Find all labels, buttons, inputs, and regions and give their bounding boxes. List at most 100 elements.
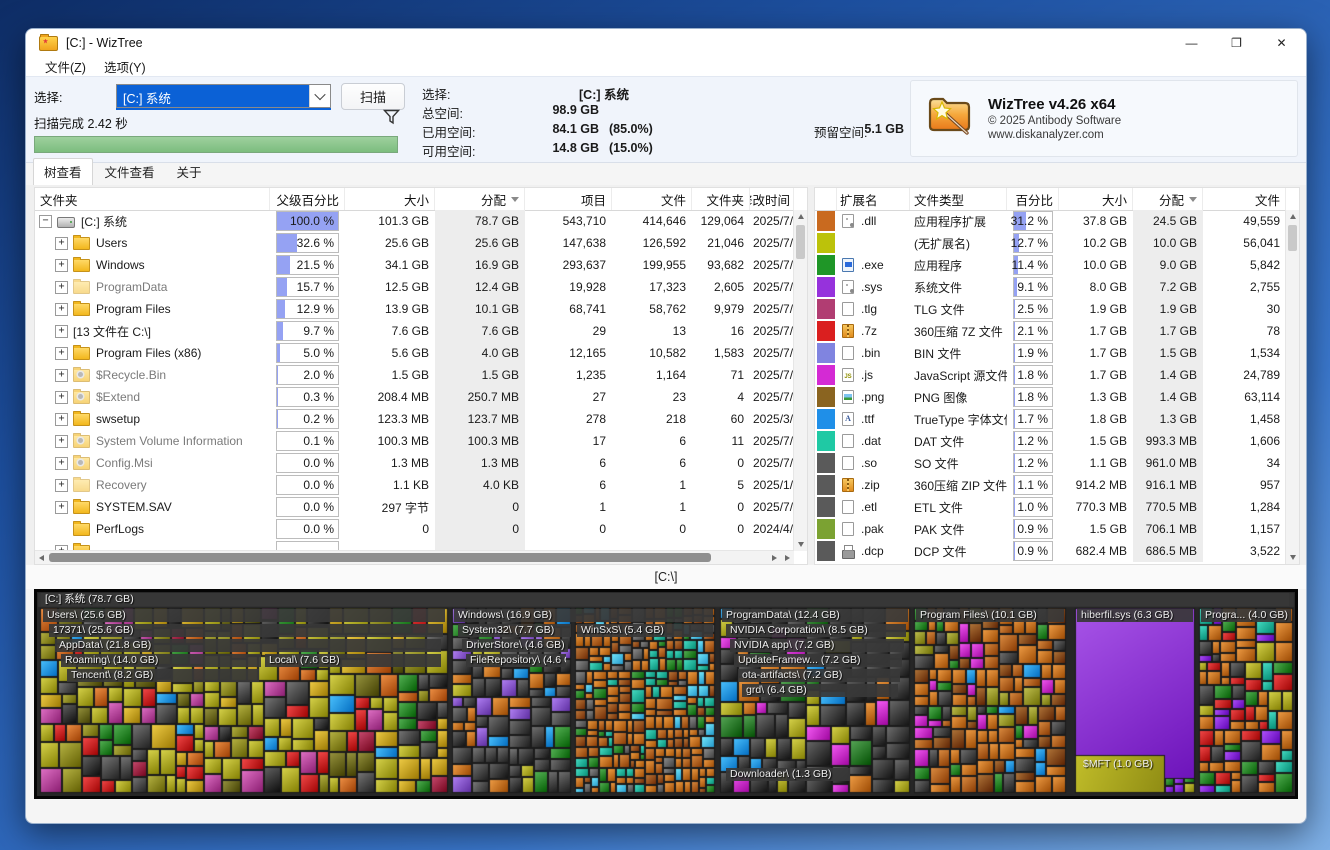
scrollbar-thumb[interactable] (1288, 225, 1297, 251)
column-header[interactable]: 文件类型 (910, 188, 1007, 210)
folder-row[interactable]: Recovery0.0 %1.1 KB4.0 KB6152025/1/ (35, 474, 794, 496)
extension-row[interactable]: .datDAT 文件1.2 %1.5 GB993.3 MB1,606 (815, 430, 1286, 452)
extension-row[interactable]: .soSO 文件1.2 %1.1 GB961.0 MB34 (815, 452, 1286, 474)
tree-expander-icon[interactable] (55, 435, 68, 448)
column-header[interactable]: 大小 (1059, 188, 1133, 210)
percent-bar: 5.0 % (276, 343, 339, 363)
folder-row[interactable]: $Recycle.Bin2.0 %1.5 GB1.5 GB1,2351,1647… (35, 364, 794, 386)
scan-button[interactable]: 扫描 (341, 83, 405, 110)
scroll-up-icon[interactable] (1286, 210, 1299, 223)
percent-bar: 0.2 % (276, 409, 339, 429)
column-header[interactable]: 分配 (435, 188, 525, 210)
extension-panel: 扩展名文件类型百分比大小分配文件 .dll应用程序扩展31.2 %37.8 GB… (814, 187, 1300, 565)
folder-row[interactable]: Users32.6 %25.6 GB25.6 GB147,638126,5922… (35, 232, 794, 254)
treemap[interactable]: [C:] 系统 (78.7 GB)Users\ (25.6 GB)17371\ … (34, 589, 1298, 799)
folder-row[interactable]: [13 文件在 C:\]9.7 %7.6 GB7.6 GB2913162025/… (35, 320, 794, 342)
treemap-labels: [C:] 系统 (78.7 GB)Users\ (25.6 GB)17371\ … (37, 592, 1295, 796)
filter-funnel-icon[interactable] (383, 109, 400, 130)
tree-expander-icon[interactable] (55, 457, 68, 470)
maximize-button[interactable]: ❐ (1214, 29, 1259, 57)
tree-expander-icon[interactable] (55, 479, 68, 492)
extension-table-header: 扩展名文件类型百分比大小分配文件 (815, 188, 1299, 211)
folder-row[interactable]: ProgramData15.7 %12.5 GB12.4 GB19,92817,… (35, 276, 794, 298)
column-header[interactable]: 文件夹 (35, 188, 270, 210)
extension-row[interactable]: .pakPAK 文件0.9 %1.5 GB706.1 MB1,157 (815, 518, 1286, 540)
scroll-up-icon[interactable] (794, 210, 807, 223)
folder-row[interactable]: Program Files12.9 %13.9 GB10.1 GB68,7415… (35, 298, 794, 320)
extension-row[interactable]: .jsJavaScript 源文件1.8 %1.7 GB1.4 GB24,789 (815, 364, 1286, 386)
tree-expander-icon[interactable] (55, 281, 68, 294)
tree-expander-icon[interactable] (39, 215, 52, 228)
minimize-button[interactable]: — (1169, 29, 1214, 57)
folder-row[interactable]: $Extend0.3 %208.4 MB250.7 MB272342025/7/ (35, 386, 794, 408)
tab-0[interactable]: 树查看 (33, 158, 93, 186)
tree-expander-icon[interactable] (55, 325, 68, 338)
extension-row[interactable]: .pngPNG 图像1.8 %1.3 GB1.4 GB63,114 (815, 386, 1286, 408)
folder-row[interactable]: [C:] 系统100.0 %101.3 GB78.7 GB543,710414,… (35, 210, 794, 232)
brand-website[interactable]: www.diskanalyzer.com (988, 129, 1121, 141)
tree-expander-icon[interactable] (55, 259, 68, 272)
tree-expander-icon[interactable] (55, 391, 68, 404)
tree-expander-icon[interactable] (55, 303, 68, 316)
extension-row[interactable]: .ttfTrueType 字体文件1.7 %1.8 GB1.3 GB1,458 (815, 408, 1286, 430)
tree-expander-icon[interactable] (55, 347, 68, 360)
folder-row[interactable]: Program Files (x86)5.0 %5.6 GB4.0 GB12,1… (35, 342, 794, 364)
extension-row[interactable]: .tlgTLG 文件2.5 %1.9 GB1.9 GB30 (815, 298, 1286, 320)
menu-item-1[interactable]: 选项(Y) (96, 56, 154, 77)
extension-row[interactable]: (无扩展名)12.7 %10.2 GB10.0 GB56,041 (815, 232, 1286, 254)
tree-expander-icon[interactable] (55, 413, 68, 426)
extension-color-swatch (817, 431, 835, 451)
scroll-left-icon[interactable] (35, 551, 48, 564)
chevron-down-icon[interactable] (309, 85, 330, 107)
column-header[interactable]: 父级百分比 (270, 188, 345, 210)
folder-name: Program Files (96, 302, 171, 316)
column-header[interactable]: 分配 (1133, 188, 1203, 210)
tree-expander-icon[interactable] (55, 237, 68, 250)
menu-item-0[interactable]: 文件(Z) (37, 56, 94, 77)
folder-row[interactable]: swsetup0.2 %123.3 MB123.7 MB278218602025… (35, 408, 794, 430)
close-button[interactable]: ✕ (1259, 29, 1304, 57)
percent-bar: 11.4 % (1013, 255, 1053, 275)
folder-name: $Extend (96, 390, 140, 404)
filetype-icon (840, 301, 856, 317)
tab-2[interactable]: 关于 (167, 159, 212, 185)
extension-row[interactable]: .exe应用程序11.4 %10.0 GB9.0 GB5,842 (815, 254, 1286, 276)
tree-expander-icon[interactable] (55, 369, 68, 382)
extension-row[interactable]: .7z360压缩 7Z 文件2.1 %1.7 GB1.7 GB78 (815, 320, 1286, 342)
extension-row[interactable]: .dll应用程序扩展31.2 %37.8 GB24.5 GB49,559 (815, 210, 1286, 232)
extension-row[interactable]: .sys系统文件9.1 %8.0 GB7.2 GB2,755 (815, 276, 1286, 298)
scroll-right-icon[interactable] (781, 551, 794, 564)
scrollbar-thumb[interactable] (796, 225, 805, 259)
extension-row[interactable]: .zip360压缩 ZIP 文件1.1 %914.2 MB916.1 MB957 (815, 474, 1286, 496)
folder-row[interactable]: Windows21.5 %34.1 GB16.9 GB293,637199,95… (35, 254, 794, 276)
column-header[interactable]: 百分比 (1007, 188, 1059, 210)
folder-row[interactable]: SYSTEM.SAV0.0 %297 字节01102025/7/ (35, 496, 794, 518)
filetype-icon (840, 235, 856, 251)
column-header[interactable]: 项目 (525, 188, 612, 210)
scrollbar-thumb[interactable] (49, 553, 711, 562)
column-header[interactable]: 文件夹 (692, 188, 750, 210)
folder-row[interactable]: Config.Msi0.0 %1.3 MB1.3 MB6602025/7/ (35, 452, 794, 474)
extension-row[interactable]: .dcpDCP 文件0.9 %682.4 MB686.5 MB3,522 (815, 540, 1286, 562)
scroll-down-icon[interactable] (794, 538, 807, 551)
extension-table-body: .dll应用程序扩展31.2 %37.8 GB24.5 GB49,559(无扩展… (815, 210, 1286, 564)
extension-row[interactable]: .etlETL 文件1.0 %770.3 MB770.5 MB1,284 (815, 496, 1286, 518)
folder-row[interactable]: PerfLogs0.0 %000002024/4/ (35, 518, 794, 540)
tree-expander-icon[interactable] (55, 501, 68, 514)
tab-1[interactable]: 文件查看 (95, 159, 165, 185)
column-header[interactable]: 大小 (345, 188, 435, 210)
folder-row[interactable]: System Volume Information0.1 %100.3 MB10… (35, 430, 794, 452)
scroll-down-icon[interactable] (1286, 551, 1299, 564)
drive-combobox[interactable]: [C:] 系统 (116, 84, 331, 108)
summary-free-percent: (15.0%) (609, 141, 653, 155)
column-header[interactable]: 扩展名 (837, 188, 910, 210)
column-header[interactable]: 修改时间 (750, 188, 794, 210)
column-header[interactable]: 文件 (1203, 188, 1286, 210)
column-header[interactable]: 文件 (612, 188, 692, 210)
extension-row[interactable]: .binBIN 文件1.9 %1.7 GB1.5 GB1,534 (815, 342, 1286, 364)
extension-vertical-scrollbar[interactable] (1285, 210, 1299, 564)
scroll-right-icon[interactable] (768, 551, 781, 564)
percent-bar: 0.0 % (276, 519, 339, 539)
folder-vertical-scrollbar[interactable] (793, 210, 807, 551)
folder-horizontal-scrollbar[interactable] (35, 550, 794, 564)
